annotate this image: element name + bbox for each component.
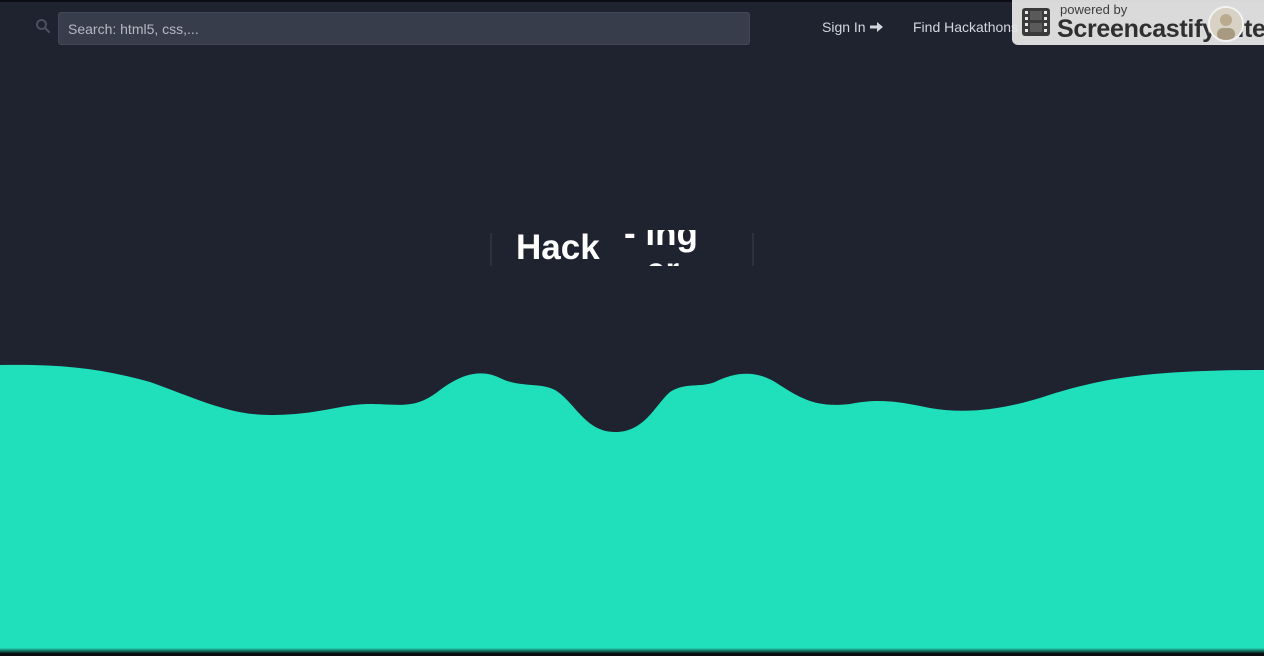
avatar-image [1210, 8, 1242, 40]
search-icon[interactable] [35, 18, 51, 34]
hero-word: Hack [516, 230, 600, 266]
screencastify-watermark: powered by Screencastify Lite [1012, 0, 1264, 45]
find-hackathons-link[interactable]: Find Hackathons [913, 18, 1018, 36]
search-input[interactable] [58, 12, 750, 45]
arrow-right-icon [869, 22, 883, 32]
hero-rotating-word: - ing [624, 230, 698, 253]
hero-wave [0, 364, 1264, 648]
avatar[interactable] [1208, 6, 1244, 42]
app-root: Sign In Find Hackathons Hack - ing er [0, 0, 1264, 656]
hero-title: Hack - ing er [490, 230, 754, 266]
sign-in-link[interactable]: Sign In [822, 18, 884, 36]
window-bottom-edge [0, 648, 1264, 656]
hero-rotating-word-next: er [646, 253, 679, 267]
film-icon [1022, 8, 1050, 36]
sign-in-label: Sign In [822, 19, 866, 35]
